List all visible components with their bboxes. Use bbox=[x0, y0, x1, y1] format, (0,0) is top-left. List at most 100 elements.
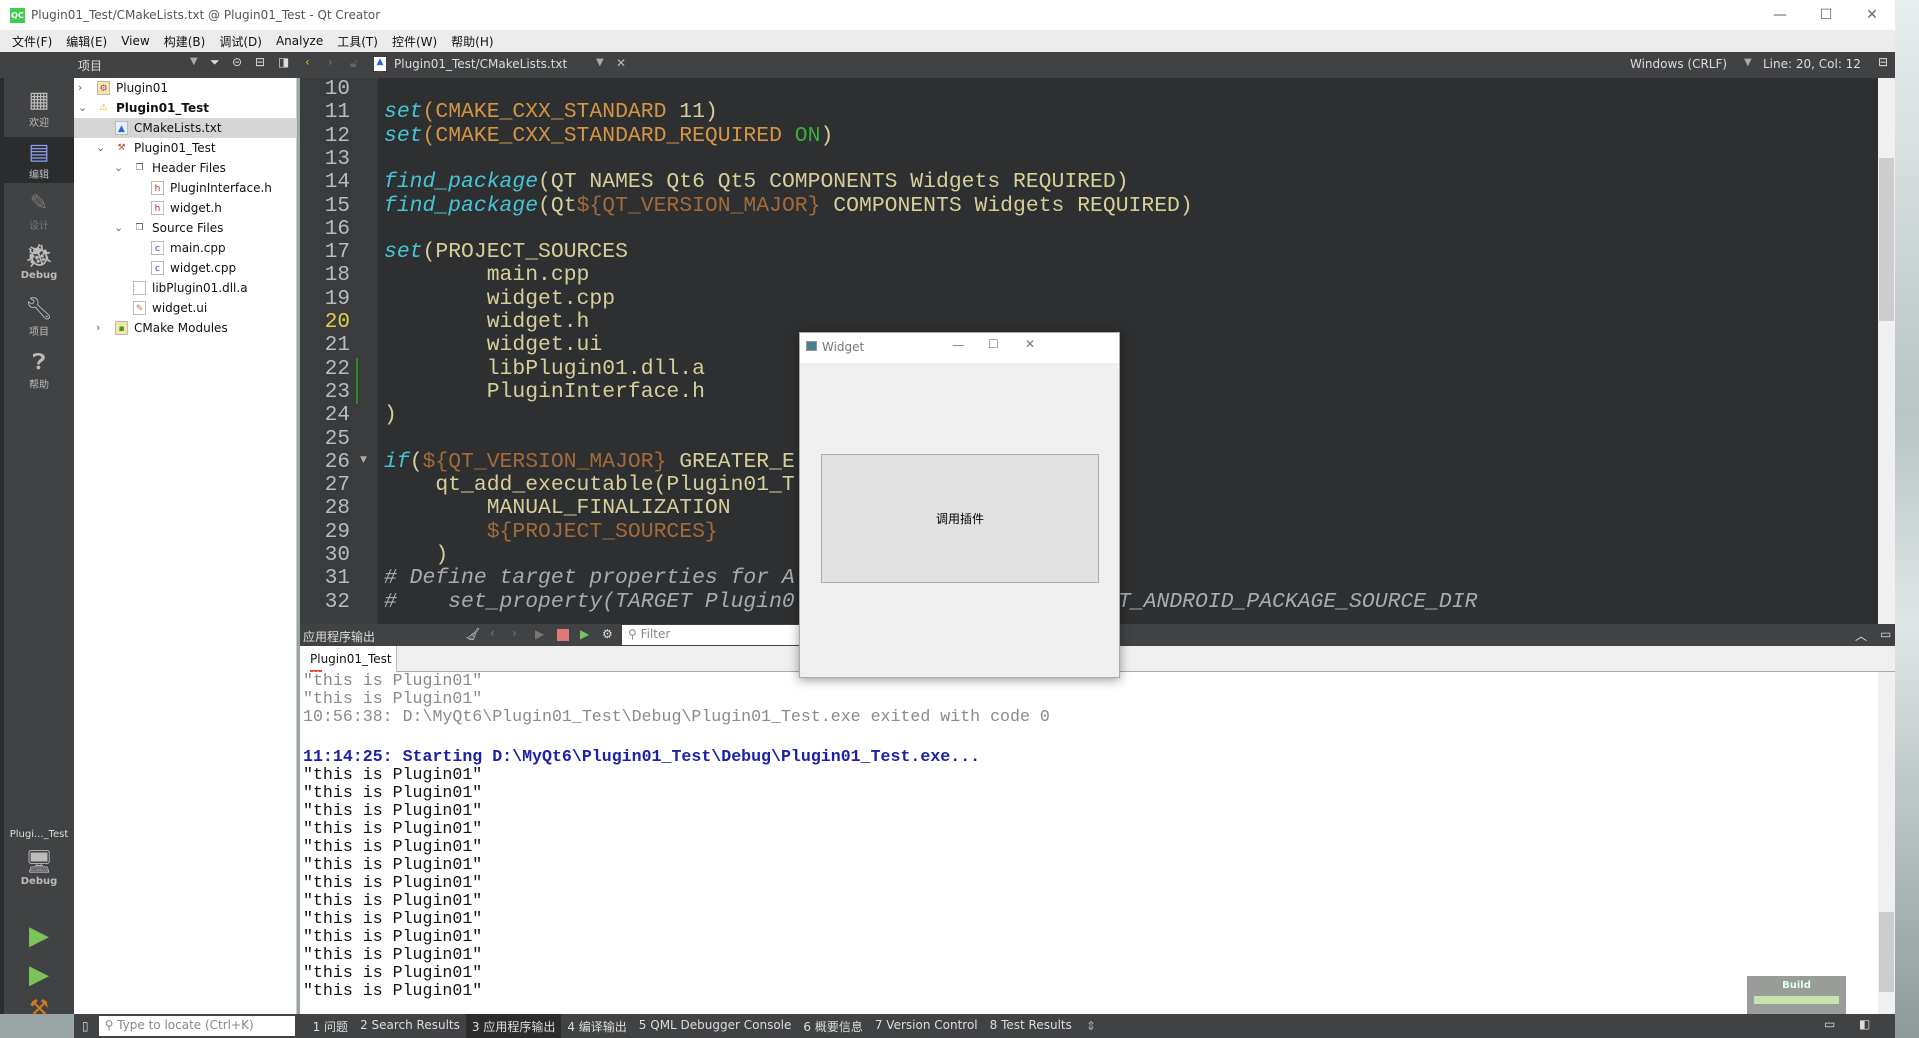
fold-icon[interactable]: ▼ bbox=[360, 455, 367, 465]
maximize-pane-icon[interactable]: ︿ bbox=[1855, 627, 1867, 644]
pane-button[interactable]: 2 Search Results bbox=[354, 1014, 466, 1038]
back-icon[interactable]: ‹ bbox=[305, 55, 310, 69]
stop-icon[interactable] bbox=[557, 629, 569, 641]
right-sidebar-icon[interactable]: ◧ bbox=[1859, 1017, 1870, 1031]
pane-button[interactable]: 5 QML Debugger Console bbox=[633, 1014, 798, 1038]
output-filter-input[interactable]: ⚲ Filter bbox=[622, 625, 822, 645]
chevron-down-icon[interactable]: ▼ bbox=[596, 57, 604, 68]
prev-icon[interactable]: ‹ bbox=[490, 626, 495, 640]
output-toggle-icon[interactable]: ▭ bbox=[1824, 1017, 1835, 1031]
build-progress[interactable]: Build bbox=[1747, 976, 1846, 1014]
code-line: PluginInterface.h bbox=[384, 380, 705, 404]
open-file-selector[interactable]: Plugin01_Test/CMakeLists.txt bbox=[394, 57, 567, 71]
mode-projects[interactable]: 🔧︎ 项目 bbox=[4, 297, 74, 338]
widget-maximize-button[interactable]: ☐ bbox=[988, 337, 999, 351]
tree-item-label: widget.ui bbox=[152, 301, 208, 315]
mode-edit[interactable]: ▤ 编辑 bbox=[4, 137, 74, 183]
settings-icon[interactable]: ⚙ bbox=[602, 627, 613, 641]
chevron-down-icon[interactable]: ▼ bbox=[1744, 57, 1752, 68]
tree-item[interactable]: ⌄ ⚠ Plugin01_Test bbox=[74, 98, 297, 118]
target-selector[interactable]: 🖥︎ Debug bbox=[4, 850, 74, 887]
build-button[interactable]: ⚒ bbox=[4, 996, 74, 1021]
chevron-down-icon[interactable]: ⌄ bbox=[78, 98, 87, 118]
tree-item[interactable]: ⌄ ❐ Header Files bbox=[74, 158, 297, 178]
tree-item[interactable]: › ⚙ Plugin01 bbox=[74, 78, 297, 98]
editor-scrollbar[interactable] bbox=[1878, 78, 1895, 624]
maximize-button[interactable]: ☐ bbox=[1803, 0, 1849, 30]
close-sidebar-icon[interactable]: ◨ bbox=[278, 55, 289, 69]
clean-icon[interactable]: 🧹︎ bbox=[465, 627, 480, 641]
close-document-icon[interactable]: ✕ bbox=[616, 56, 626, 70]
pane-button[interactable]: 3 应用程序输出 bbox=[465, 1014, 562, 1038]
menu-analyze[interactable]: Analyze bbox=[276, 34, 323, 48]
tree-item[interactable]: c widget.cpp bbox=[74, 258, 297, 278]
chevron-down-icon[interactable]: ▼ bbox=[190, 56, 198, 67]
panel-selector[interactable]: 项目 bbox=[78, 57, 102, 74]
mode-welcome[interactable]: ▦ 欢迎 bbox=[4, 88, 74, 129]
filter-icon[interactable]: ⏷ bbox=[210, 55, 220, 70]
menu-view[interactable]: View bbox=[121, 34, 149, 48]
line-number: 11 bbox=[324, 101, 350, 125]
tree-item[interactable]: ⌄ ⚒ Plugin01_Test bbox=[74, 138, 297, 158]
pane-button[interactable]: 4 编译输出 bbox=[561, 1014, 632, 1038]
cmake-file-icon: ▲ bbox=[374, 57, 386, 71]
pane-button[interactable]: 8 Test Results bbox=[984, 1014, 1078, 1038]
filter-placeholder: Filter bbox=[640, 627, 671, 641]
menu-controls[interactable]: 控件(W) bbox=[392, 33, 437, 50]
menu-tools[interactable]: 工具(T) bbox=[337, 33, 378, 50]
tree-item[interactable]: ▲ CMakeLists.txt bbox=[74, 118, 297, 138]
output-scrollbar[interactable] bbox=[1878, 672, 1895, 1014]
locator-input[interactable]: ⚲ Type to locate (Ctrl+K) bbox=[98, 1016, 295, 1036]
chevron-down-icon[interactable]: ⌄ bbox=[114, 158, 123, 178]
application-output[interactable]: "this is Plugin01" "this is Plugin01" 10:5… bbox=[300, 672, 1878, 1014]
mode-debug[interactable]: 🐞︎ Debug bbox=[4, 244, 74, 281]
code-token: ( bbox=[422, 100, 436, 125]
widget-minimize-button[interactable]: — bbox=[952, 338, 964, 352]
call-plugin-button[interactable]: 调用插件 bbox=[821, 454, 1099, 583]
toggle-sidebar-icon[interactable]: ▯ bbox=[82, 1019, 89, 1033]
close-button[interactable]: ✕ bbox=[1849, 0, 1895, 30]
tree-item[interactable]: ✎ widget.ui bbox=[74, 298, 297, 318]
debug-run-button[interactable]: ▶ bbox=[4, 960, 74, 990]
widget-title: Widget bbox=[822, 340, 865, 354]
tree-item[interactable]: c main.cpp bbox=[74, 238, 297, 258]
forward-icon[interactable]: › bbox=[328, 55, 333, 69]
mode-label: 设计 bbox=[29, 221, 49, 232]
next-icon[interactable]: › bbox=[512, 626, 517, 640]
chevron-down-icon[interactable]: ⌄ bbox=[114, 218, 123, 238]
tree-item[interactable]: › ▪ CMake Modules bbox=[74, 318, 297, 338]
scrollbar-thumb[interactable] bbox=[1879, 912, 1894, 992]
menu-build[interactable]: 构建(B) bbox=[164, 33, 206, 50]
minimize-button[interactable]: — bbox=[1757, 0, 1803, 30]
menu-edit[interactable]: 编辑(E) bbox=[66, 33, 107, 50]
pane-button[interactable]: 7 Version Control bbox=[869, 1014, 984, 1038]
widget-close-button[interactable]: ✕ bbox=[1025, 337, 1035, 351]
menu-debug[interactable]: 调试(D) bbox=[219, 33, 262, 50]
mode-help[interactable]: ❓︎ 帮助 bbox=[4, 350, 74, 391]
menu-file[interactable]: 文件(F) bbox=[12, 33, 52, 50]
scrollbar-thumb[interactable] bbox=[1879, 158, 1894, 321]
chevron-right-icon[interactable]: › bbox=[78, 78, 82, 98]
mode-design[interactable]: ✎ 设计 bbox=[4, 191, 74, 232]
split-icon[interactable]: ⊟ bbox=[255, 55, 265, 69]
split-editor-icon[interactable]: ⊟ bbox=[1878, 55, 1888, 69]
output-tab[interactable]: Plugin01_Test ✕ bbox=[300, 646, 397, 680]
menu-help[interactable]: 帮助(H) bbox=[451, 33, 493, 50]
tree-item[interactable]: ⌄ ❐ Source Files bbox=[74, 218, 297, 238]
tree-item[interactable]: h widget.h bbox=[74, 198, 297, 218]
run-button[interactable]: ▶ bbox=[4, 921, 74, 951]
hide-pane-icon[interactable]: ▭ bbox=[1880, 627, 1891, 641]
link-icon[interactable]: ⊝ bbox=[232, 55, 242, 69]
pane-button[interactable]: 1 问题 bbox=[307, 1014, 354, 1038]
target-name[interactable]: Plugi..._Test bbox=[4, 829, 74, 840]
more-panes-icon[interactable]: ⇕ bbox=[1086, 1019, 1096, 1033]
line-ending-selector[interactable]: Windows (CRLF) bbox=[1630, 57, 1727, 71]
debug-attach-icon[interactable]: ▶ bbox=[580, 627, 589, 641]
chevron-right-icon[interactable]: › bbox=[96, 318, 100, 338]
tree-item[interactable]: libPlugin01.dll.a bbox=[74, 278, 297, 298]
tree-item[interactable]: h PluginInterface.h bbox=[74, 178, 297, 198]
pane-button[interactable]: 6 概要信息 bbox=[797, 1014, 868, 1038]
rerun-icon[interactable]: ▶ bbox=[535, 627, 544, 641]
cursor-position[interactable]: Line: 20, Col: 12 bbox=[1763, 57, 1861, 71]
chevron-down-icon[interactable]: ⌄ bbox=[96, 138, 105, 158]
